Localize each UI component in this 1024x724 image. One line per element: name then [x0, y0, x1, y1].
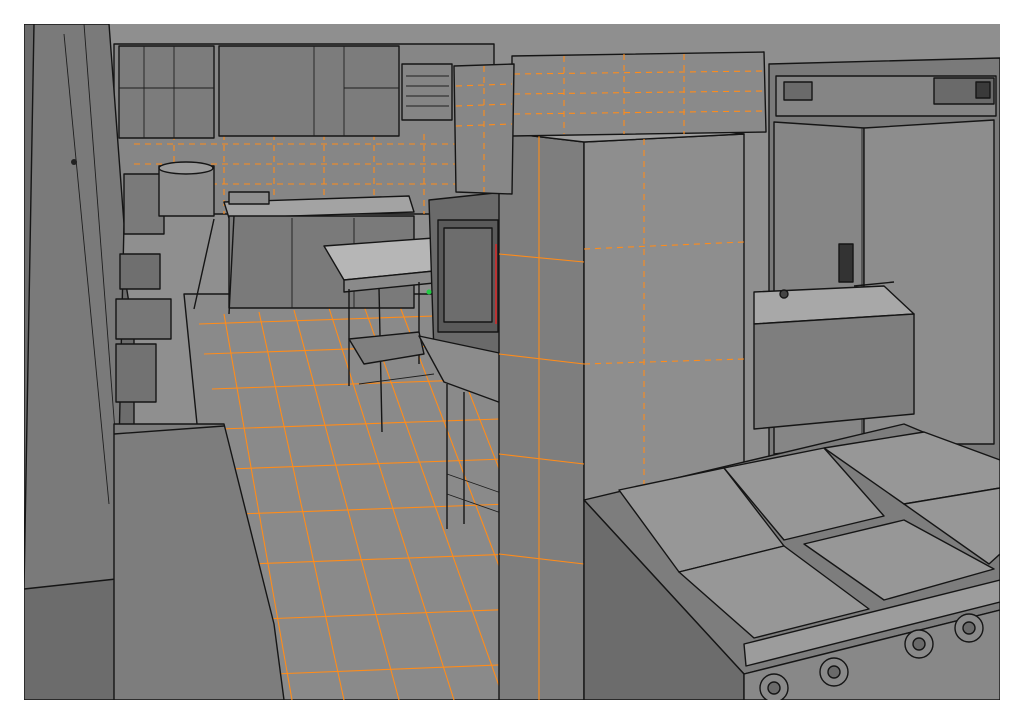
door-handle-icon[interactable]: [71, 159, 77, 165]
handle-icon: [838, 243, 854, 283]
sink-unit[interactable]: [753, 281, 915, 430]
status-led-icon: [426, 289, 432, 295]
kitchen-scene[interactable]: [24, 24, 1000, 700]
3d-viewport[interactable]: [24, 24, 1000, 700]
screenshot-frame: [0, 0, 1024, 724]
tall-refrigerator[interactable]: [24, 24, 125, 590]
